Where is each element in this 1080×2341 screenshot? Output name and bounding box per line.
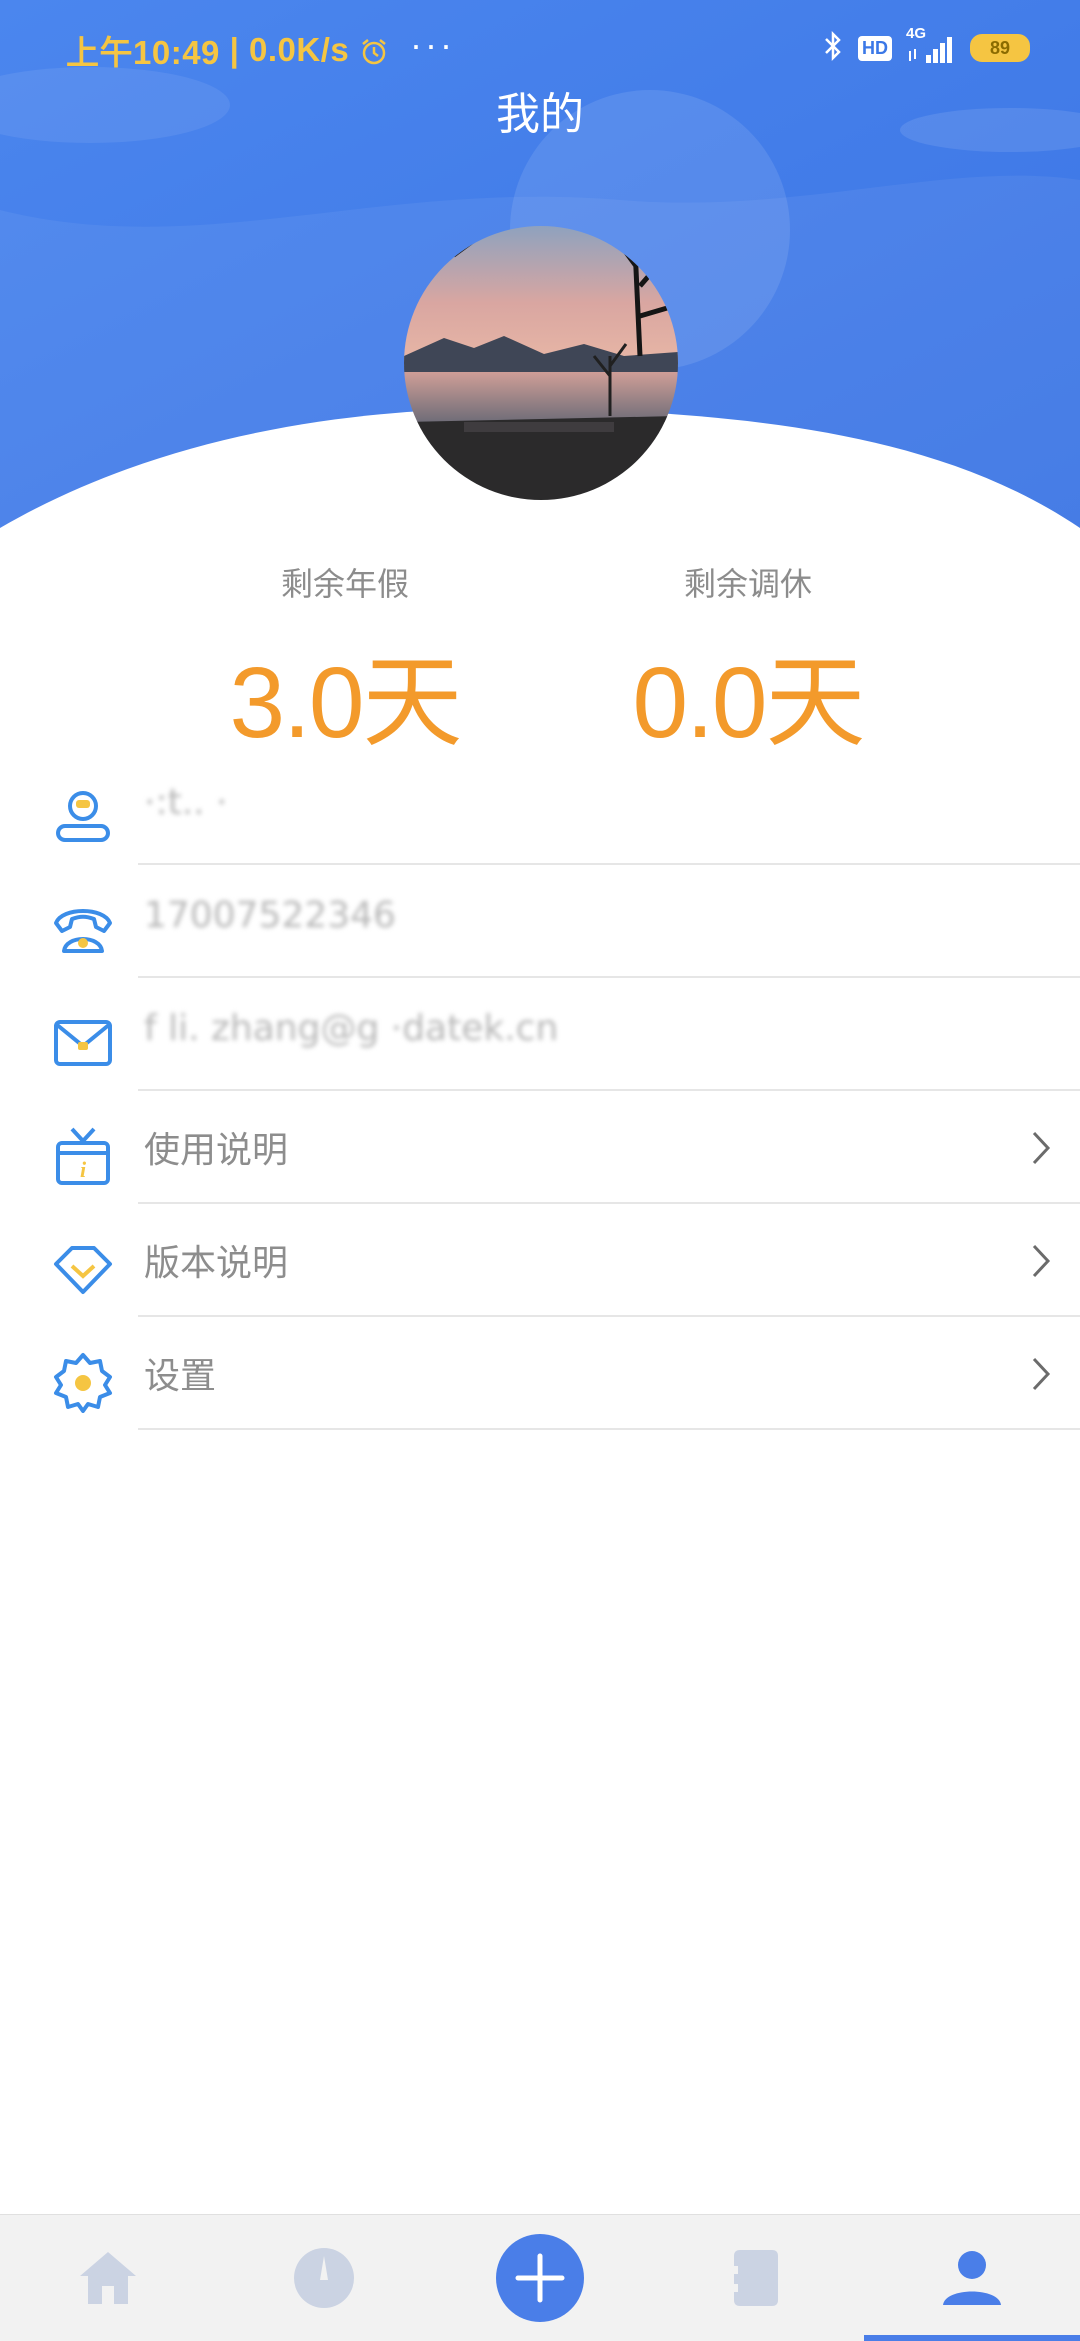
status-time: 上午10:49 (66, 34, 220, 71)
bluetooth-icon (822, 30, 844, 67)
chevron-right-icon (1032, 1244, 1051, 1278)
status-right: HD 4G 89 (822, 25, 1030, 68)
active-tab-indicator (864, 2335, 1080, 2341)
menu-item-version[interactable]: 版本说明 (0, 1204, 1080, 1317)
tab-add[interactable] (432, 2215, 648, 2341)
version-label: 版本说明 (144, 1243, 289, 1284)
menu-item-phone[interactable]: 17007522346 (0, 865, 1080, 978)
svg-text:i: i (80, 1157, 87, 1182)
avatar-photo (404, 226, 678, 500)
phone-icon (52, 899, 114, 961)
divider (138, 1428, 1080, 1430)
status-left: 上午10:49 | 0.0K/s (66, 26, 389, 74)
tab-card[interactable] (648, 2215, 864, 2341)
phone-number-text: 17007522346 (144, 895, 396, 936)
page-title: 我的 (496, 89, 584, 140)
usage-guide-label: 使用说明 (144, 1130, 289, 1171)
tab-home[interactable] (0, 2215, 216, 2341)
battery-icon: 89 (970, 34, 1030, 62)
hd-badge: HD (858, 35, 892, 61)
chevron-right-icon (1032, 1357, 1051, 1391)
gift-info-icon: i (52, 1125, 114, 1187)
status-separator: | (229, 31, 249, 68)
compass-icon (294, 2248, 354, 2308)
profile-menu: ·:t.. · 17007522346 f li. zhang@g ·datek… (0, 752, 1080, 1430)
menu-item-usage-guide[interactable]: i 使用说明 (0, 1091, 1080, 1204)
mail-icon (52, 1012, 114, 1074)
user-icon (52, 786, 114, 848)
tab-compass[interactable] (216, 2215, 432, 2341)
annual-leave-label: 剩余年假 (280, 565, 409, 603)
comp-leave-value: 0.0天 (632, 647, 865, 759)
alarm-icon (359, 31, 389, 68)
home-icon (80, 2252, 136, 2304)
menu-item-email[interactable]: f li. zhang@g ·datek.cn (0, 978, 1080, 1091)
diamond-icon (52, 1238, 114, 1300)
status-network-speed: 0.0K/s (248, 31, 350, 68)
avatar[interactable] (404, 226, 678, 500)
status-bar: 上午10:49 | 0.0K/s ··· HD 4G 89 (0, 22, 1080, 72)
leave-stats: 剩余年假 3.0天 剩余调休 0.0天 (0, 555, 1080, 759)
comp-leave-label: 剩余调休 (683, 565, 812, 603)
bottom-tab-bar (0, 2214, 1080, 2341)
signal-icon: 4G (906, 25, 956, 65)
settings-label: 设置 (144, 1356, 217, 1397)
menu-item-name[interactable]: ·:t.. · (0, 752, 1080, 865)
comp-leave-stat: 剩余调休 0.0天 (598, 555, 898, 766)
tab-profile[interactable] (864, 2215, 1080, 2341)
chevron-right-icon (1032, 1131, 1051, 1165)
annual-leave-value: 3.0天 (229, 647, 462, 759)
menu-item-settings[interactable]: 设置 (0, 1317, 1080, 1430)
annual-leave-stat: 剩余年假 3.0天 (195, 555, 495, 766)
gear-icon (52, 1351, 114, 1413)
card-icon (732, 2250, 778, 2306)
profile-icon (943, 2251, 1001, 2305)
user-name-text: ·:t.. · (144, 782, 228, 823)
email-text: f li. zhang@g ·datek.cn (144, 1008, 559, 1049)
more-dots: ··· (410, 24, 455, 65)
add-icon (496, 2234, 584, 2322)
